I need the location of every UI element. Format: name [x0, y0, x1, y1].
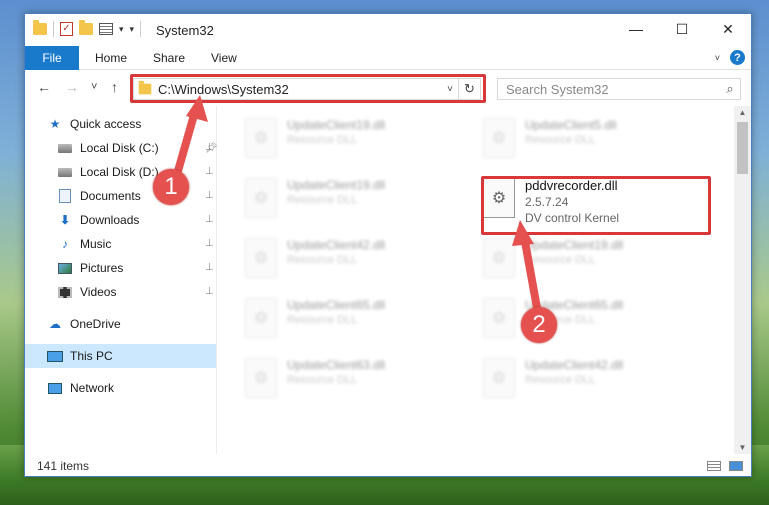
step2-arrow-shaft [520, 235, 541, 309]
step-1-badge: 1 [153, 169, 189, 205]
step1-arrow-shaft [172, 106, 200, 180]
step2-arrow-head [512, 220, 534, 246]
annotation-arrows [172, 95, 541, 309]
step-2-badge: 2 [521, 307, 557, 343]
